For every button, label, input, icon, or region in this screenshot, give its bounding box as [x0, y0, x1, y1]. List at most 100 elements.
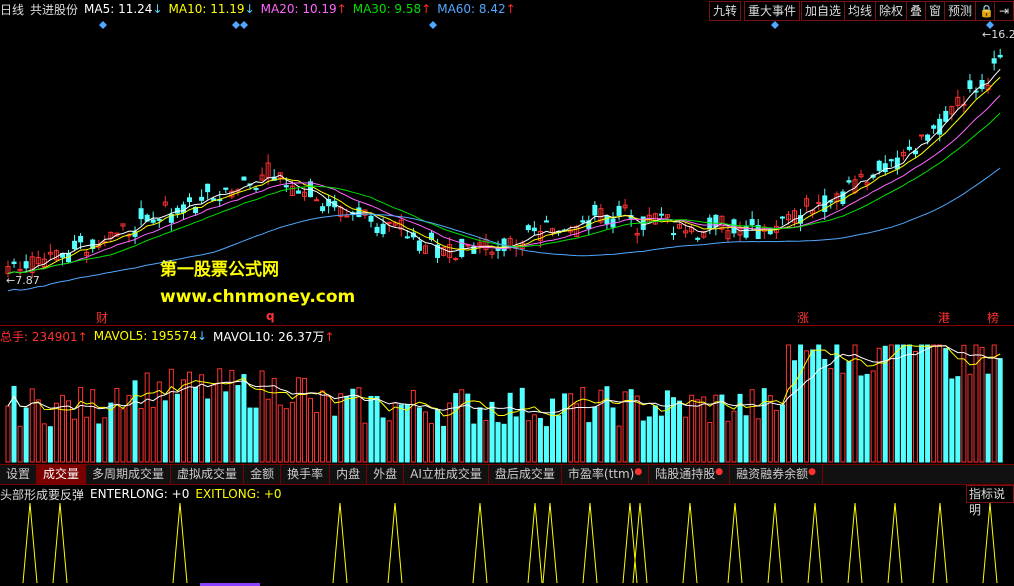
mavol10-value: MAVOL10: 26.37万↑: [213, 329, 335, 344]
volume-bar: [804, 350, 810, 463]
volume-bar: [271, 377, 277, 463]
exitlong-value: EXITLONG: +0: [195, 487, 282, 501]
volume-bar: [658, 415, 664, 463]
volume-bar: [314, 412, 320, 463]
volume-bar: [586, 422, 592, 463]
tab-label: AI立桩成交量: [410, 467, 482, 481]
tab-11[interactable]: 陆股通持股●: [649, 465, 731, 484]
signal-spike: [847, 502, 863, 584]
volume-bar: [919, 344, 925, 463]
volume-bar: [404, 403, 410, 463]
tab-8[interactable]: AI立桩成交量: [404, 465, 489, 484]
volume-bar: [350, 388, 356, 463]
add-watchlist-button[interactable]: 加自选: [801, 1, 846, 21]
signal-spike: [22, 502, 38, 584]
tab-2[interactable]: 多周期成交量: [86, 465, 172, 484]
tab-label: 融资融券余额: [736, 467, 809, 481]
volume-bar: [483, 420, 489, 463]
volume-bar: [386, 420, 392, 463]
lock-icon[interactable]: 🔒: [975, 1, 995, 21]
volume-bar: [798, 344, 804, 463]
volume-bar: [29, 388, 35, 463]
candle-body: [11, 261, 17, 265]
volume-bar: [356, 387, 362, 463]
signal-spike: [527, 502, 543, 584]
exit-icon[interactable]: ⇥: [994, 1, 1014, 21]
major-events-button[interactable]: 重大事件: [744, 1, 801, 21]
tab-10[interactable]: 市盈率(ttm)●: [562, 465, 650, 484]
ma30-value: MA30: 9.58↑: [352, 2, 432, 16]
tab-7[interactable]: 外盘: [367, 465, 405, 484]
candle-body: [695, 237, 701, 240]
volume-bar: [622, 391, 628, 463]
tab-9[interactable]: 盘后成交量: [489, 465, 562, 484]
volume-bar: [453, 393, 459, 463]
volume-bar: [17, 425, 23, 463]
volume-bar: [47, 426, 53, 463]
jiuzhuan-button[interactable]: 九转: [709, 1, 742, 21]
event-marker-q[interactable]: q: [266, 309, 275, 323]
volume-bar: [652, 405, 658, 463]
volume-bar: [671, 397, 676, 463]
volume-bar: [211, 384, 217, 463]
volume-bar: [610, 407, 616, 463]
volume-bar: [513, 416, 519, 463]
ma-button[interactable]: 均线: [844, 1, 877, 21]
tab-3[interactable]: 虚拟成交量: [171, 465, 245, 484]
event-marker-hk[interactable]: 港: [938, 309, 950, 326]
volume-bar: [35, 399, 41, 463]
candle-body: [592, 204, 598, 216]
candle-body: [156, 218, 162, 221]
event-marker-rise[interactable]: 涨: [797, 309, 809, 326]
volume-bar: [301, 377, 307, 463]
window-button[interactable]: 窗: [925, 1, 946, 21]
event-marker-list[interactable]: 榜: [987, 309, 999, 326]
volume-bar: [894, 344, 900, 463]
volume-bar: [108, 402, 114, 463]
tab-4[interactable]: 金额: [244, 465, 282, 484]
tab-1[interactable]: 成交量: [37, 465, 87, 484]
ex-rights-button[interactable]: 除权: [875, 1, 908, 21]
diamond-marker-icon: [429, 21, 437, 29]
volume-bar: [574, 403, 580, 463]
volume-bar: [90, 389, 96, 463]
volume-bar: [205, 398, 211, 463]
event-marker-finance[interactable]: 财: [96, 309, 108, 326]
tab-0[interactable]: 设置: [0, 465, 38, 484]
forecast-button[interactable]: 预测: [944, 1, 977, 21]
volume-bar: [338, 393, 344, 463]
period-label[interactable]: 日线: [0, 1, 24, 18]
total-volume: 总手: 234901↑: [0, 329, 88, 344]
candle-body: [846, 180, 852, 183]
tab-label: 市盈率(ttm): [567, 467, 635, 481]
up-arrow-icon: ↑: [421, 2, 432, 16]
diamond-marker-icon: [240, 21, 248, 29]
volume-bar: [187, 371, 192, 463]
volume-bar: [120, 408, 126, 463]
volume-bar: [162, 400, 168, 463]
indicator-header: 头部形成要反弹 ENTERLONG: +0 EXITLONG: +0: [0, 485, 288, 503]
volume-bar: [840, 372, 846, 463]
volume-bar: [229, 369, 235, 463]
candle-body: [749, 219, 755, 226]
volume-bar: [749, 389, 755, 463]
indicator-help-button[interactable]: 指标说明: [966, 485, 1014, 517]
volume-bar: [931, 344, 937, 463]
volume-bar: [501, 423, 507, 463]
volume-bar: [713, 394, 719, 463]
tab-5[interactable]: 换手率: [281, 465, 331, 484]
volume-bar: [634, 395, 640, 463]
tab-12[interactable]: 融资融券余额●: [730, 465, 823, 484]
volume-bar: [368, 395, 374, 463]
tab-6[interactable]: 内盘: [330, 465, 368, 484]
up-arrow-icon: ↑: [336, 2, 347, 16]
overlay-button[interactable]: 叠: [906, 1, 927, 21]
volume-bar: [150, 406, 156, 463]
volume-bar: [925, 344, 931, 463]
volume-bar: [59, 394, 65, 463]
candle-body: [453, 258, 459, 261]
tab-label: 盘后成交量: [494, 467, 555, 481]
tab-label: 设置: [6, 467, 31, 481]
volume-bar: [822, 358, 828, 463]
candle-body: [380, 223, 386, 235]
